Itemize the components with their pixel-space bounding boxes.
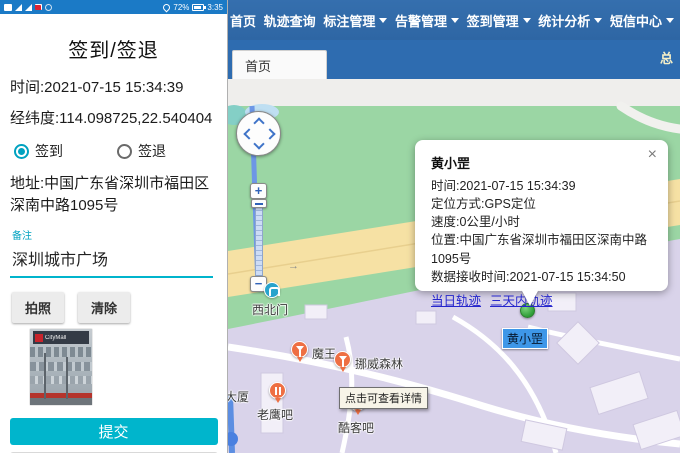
nav-sms-center[interactable]: 短信中心 [610,11,674,30]
tab-bar: 首页 总 [228,40,680,79]
checkin-type-radio-group: 签到 签退 [14,141,215,161]
notification-badge-icon [35,4,42,10]
zoom-slider-handle[interactable] [251,199,267,208]
nav-annotation-mgmt[interactable]: 标注管理 [323,11,387,30]
poi-bar-icon[interactable] [291,341,308,358]
screen: 72% 3:35 签到/签退 时间:2021-07-15 15:34:39 经纬… [0,0,680,453]
tab-home[interactable]: 首页 [232,50,327,79]
gps-location-icon [162,2,172,12]
checkin-photo-thumbnail[interactable]: CityMall [30,329,92,405]
nav-statistics[interactable]: 统计分析 [538,11,602,30]
mobile-status-bar: 72% 3:35 [0,0,227,14]
page-title: 签到/签退 [0,34,227,63]
take-photo-button[interactable]: 拍照 [12,292,64,323]
map-label-northwest-gate: 西北门 [252,301,288,318]
building-sign: CityMall [33,331,89,344]
building-sign-text: CityMall [45,335,66,341]
poi-restaurant-icon[interactable] [269,382,286,399]
popup-row-received: 数据接收时间:2021-07-15 15:34:50 [431,268,654,286]
checkin-time-text: 时间:2021-07-15 15:34:39 [10,77,217,98]
remark-input-underline [10,276,213,278]
signal2-icon [25,4,32,11]
map-label-bar3: 老鹰吧 [257,406,293,423]
clock: 3:35 [207,3,223,12]
one-way-arrow-icon: → [288,260,299,272]
citymall-logo-icon [35,334,43,342]
pan-down-icon[interactable] [253,138,264,149]
popup-row-position: 位置:中国广东省深圳市福田区深南中路1095号 [431,231,654,267]
map-label-bar2: 挪威森林 [355,355,403,372]
nav-alarm-mgmt[interactable]: 告警管理 [395,11,459,30]
pan-right-icon[interactable] [264,128,275,139]
nav-track-query[interactable]: 轨迹查询 [264,11,316,30]
chevron-down-icon [379,18,387,23]
nav-home[interactable]: 首页 [230,11,256,30]
zoom-in-button[interactable]: + [250,183,267,199]
popup-row-loc-method: 定位方式:GPS定位 [431,195,654,213]
signal-icon [15,4,22,11]
checkin-radio-label[interactable]: 签到 [35,141,63,161]
submit-button[interactable]: 提交 [10,418,218,445]
popup-row-time: 时间:2021-07-15 15:34:39 [431,177,654,195]
notification-app-icon [4,4,12,11]
chevron-down-icon [594,18,602,23]
mobile-checkin-panel: 72% 3:35 签到/签退 时间:2021-07-15 15:34:39 经纬… [0,0,228,453]
pan-up-icon[interactable] [253,117,264,128]
checkin-radio[interactable] [14,144,29,159]
poi-bar-icon[interactable] [334,351,351,368]
latlng-text: 经纬度:114.098725,22.540404 [10,108,217,129]
corner-account-text[interactable]: 总 [660,48,680,67]
data-saver-icon [45,4,52,11]
remark-input[interactable]: 深圳城市广场 [12,246,227,270]
map-label-bar4: 酷客吧 [338,419,374,436]
checkout-radio[interactable] [117,144,132,159]
popup-title: 黄小罡 [431,153,654,172]
chevron-down-icon [666,18,674,23]
battery-percent: 72% [173,3,189,12]
person-marker-label[interactable]: 黄小罡 [502,328,548,349]
chevron-down-icon [451,18,459,23]
map-tooltip: 点击可查看详情 [339,387,428,409]
pan-left-icon[interactable] [243,128,254,139]
popup-tail [521,289,539,306]
map-canvas[interactable]: + − → 西北门 大厦 魔王 挪威森林 老鹰吧 酷客吧 点击可查看详情 黄小罡 [228,79,680,453]
chevron-down-icon [523,18,531,23]
map-label-bar1: 魔王 [312,345,336,362]
today-track-link[interactable]: 当日轨迹 [431,290,481,309]
zoom-slider-track[interactable] [255,200,263,276]
marker-info-popup: × 黄小罡 时间:2021-07-15 15:34:39 定位方式:GPS定位 … [415,140,668,291]
checkout-radio-label[interactable]: 签退 [138,141,166,161]
map-label-building: 大厦 [228,388,249,405]
main-navbar: 首页 轨迹查询 标注管理 告警管理 签到管理 统计分析 短信中心 [228,0,680,40]
battery-icon [192,4,204,11]
address-text: 地址:中国广东省深圳市福田区深南中路1095号 [10,173,217,217]
popup-row-speed: 速度:0公里/小时 [431,213,654,231]
remark-field-label: 备注 [12,227,227,242]
nav-checkin-mgmt[interactable]: 签到管理 [467,11,531,30]
close-icon[interactable]: × [648,148,657,162]
clear-photo-button[interactable]: 清除 [78,292,130,323]
map-pan-control[interactable] [236,111,281,156]
metro-entrance-icon[interactable] [264,282,280,298]
web-tracking-app: 首页 轨迹查询 标注管理 告警管理 签到管理 统计分析 短信中心 首页 总 [228,0,680,453]
